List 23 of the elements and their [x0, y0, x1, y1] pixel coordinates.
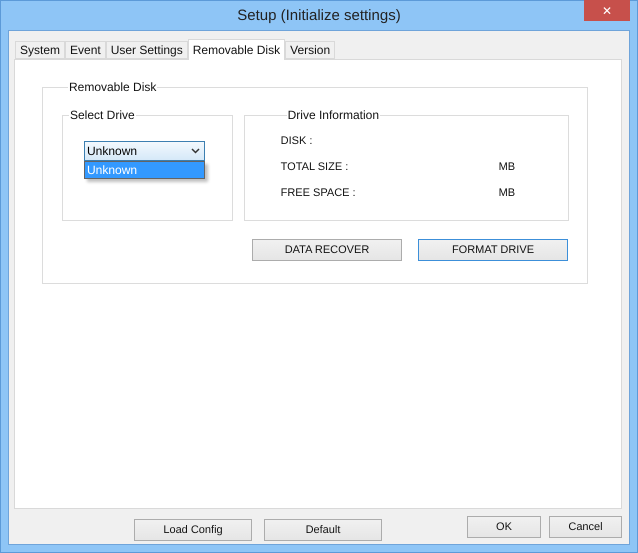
tab[interactable]: Event	[65, 41, 106, 59]
drive-dropdown[interactable]: Unknown	[84, 141, 205, 161]
tab[interactable]: User Settings	[106, 41, 188, 59]
info-label: DISK :	[280, 135, 314, 149]
tab[interactable]: System	[15, 41, 66, 59]
action-button[interactable]: DATA RECOVER	[252, 239, 402, 261]
group-title: Removable Disk	[68, 80, 158, 94]
action-button[interactable]: FORMAT DRIVE	[418, 239, 568, 261]
tab[interactable]: Removable Disk	[188, 39, 286, 60]
tab[interactable]: Version	[285, 41, 336, 59]
footer-button[interactable]: Load Config	[134, 519, 252, 541]
window-title: Setup (Initialize settings)	[237, 7, 401, 24]
unit-label: MB	[498, 187, 516, 201]
group-title: Select Drive	[69, 108, 136, 122]
chevron-icon	[191, 148, 200, 154]
dialog-button[interactable]: Cancel	[549, 516, 622, 538]
dialog-button[interactable]: OK	[467, 516, 541, 538]
info-label: TOTAL SIZE :	[280, 161, 350, 175]
close-button[interactable]: ✕	[584, 0, 630, 21]
group-title: Drive Information	[286, 108, 380, 122]
unit-label: MB	[498, 161, 516, 175]
footer-button[interactable]: Default	[264, 519, 382, 541]
info-label: FREE SPACE :	[280, 187, 357, 201]
